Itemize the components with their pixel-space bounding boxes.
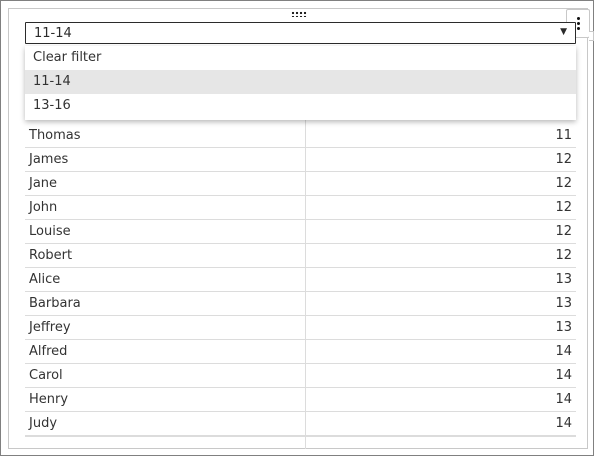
name-cell: Jane [29, 176, 58, 191]
age-cell: 13 [555, 320, 572, 335]
table-row: Judy 14 [25, 412, 576, 436]
age-cell: 12 [555, 176, 572, 191]
table-row: Barbara 13 [25, 292, 576, 316]
caret-down-icon: ▼ [560, 27, 567, 37]
table-row: Jeffrey 13 [25, 316, 576, 340]
drag-handle-icon[interactable] [291, 11, 307, 17]
table-bottom-line [25, 436, 576, 437]
name-cell: Alice [29, 272, 61, 287]
age-cell: 13 [555, 272, 572, 287]
name-cell: Henry [29, 392, 69, 407]
table-row: Thomas 11 [25, 124, 576, 148]
table-row: Alice 13 [25, 268, 576, 292]
age-cell: 11 [555, 128, 572, 143]
age-cell: 12 [555, 248, 572, 263]
table-row: Carol 14 [25, 364, 576, 388]
age-cell: 12 [555, 200, 572, 215]
name-cell: Alfred [29, 344, 68, 359]
age-cell: 12 [555, 152, 572, 167]
select-value: 11-14 [34, 26, 72, 41]
age-cell: 14 [555, 416, 572, 431]
menu-button-tail [589, 31, 594, 41]
name-cell: James [29, 152, 69, 167]
name-cell: Judy [29, 416, 58, 431]
name-cell: Robert [29, 248, 73, 263]
option-13-16[interactable]: 13-16 [25, 94, 576, 118]
table-row: Louise 12 [25, 220, 576, 244]
age-cell: 14 [555, 392, 572, 407]
age-cell: 14 [555, 344, 572, 359]
name-cell: Carol [29, 368, 63, 383]
table-row: Alfred 14 [25, 340, 576, 364]
more-vertical-icon [576, 17, 580, 20]
option-11-14[interactable]: 11-14 [25, 70, 576, 94]
option-clear-filter[interactable]: Clear filter [25, 46, 576, 70]
table-row: Robert 12 [25, 244, 576, 268]
age-filter-select[interactable]: 11-14 ▼ [25, 22, 576, 44]
name-cell: Jeffrey [29, 320, 71, 335]
age-cell: 12 [555, 224, 572, 239]
name-cell: John [29, 200, 58, 215]
table-row: Jane 12 [25, 172, 576, 196]
age-cell: 14 [555, 368, 572, 383]
age-cell: 13 [555, 296, 572, 311]
window-frame: Thomas 11 James 12 Jane 12 John 12 Louise 12 … [0, 0, 594, 456]
table-row: Henry 14 [25, 388, 576, 412]
name-cell: Louise [29, 224, 71, 239]
filter-dropdown-list: Clear filter 11-14 13-16 [25, 46, 576, 120]
name-cell: Barbara [29, 296, 81, 311]
table-row: James 12 [25, 148, 576, 172]
table-row: John 12 [25, 196, 576, 220]
data-table: Thomas 11 James 12 Jane 12 John 12 Louise 12 … [25, 124, 576, 436]
name-cell: Thomas [29, 128, 81, 143]
